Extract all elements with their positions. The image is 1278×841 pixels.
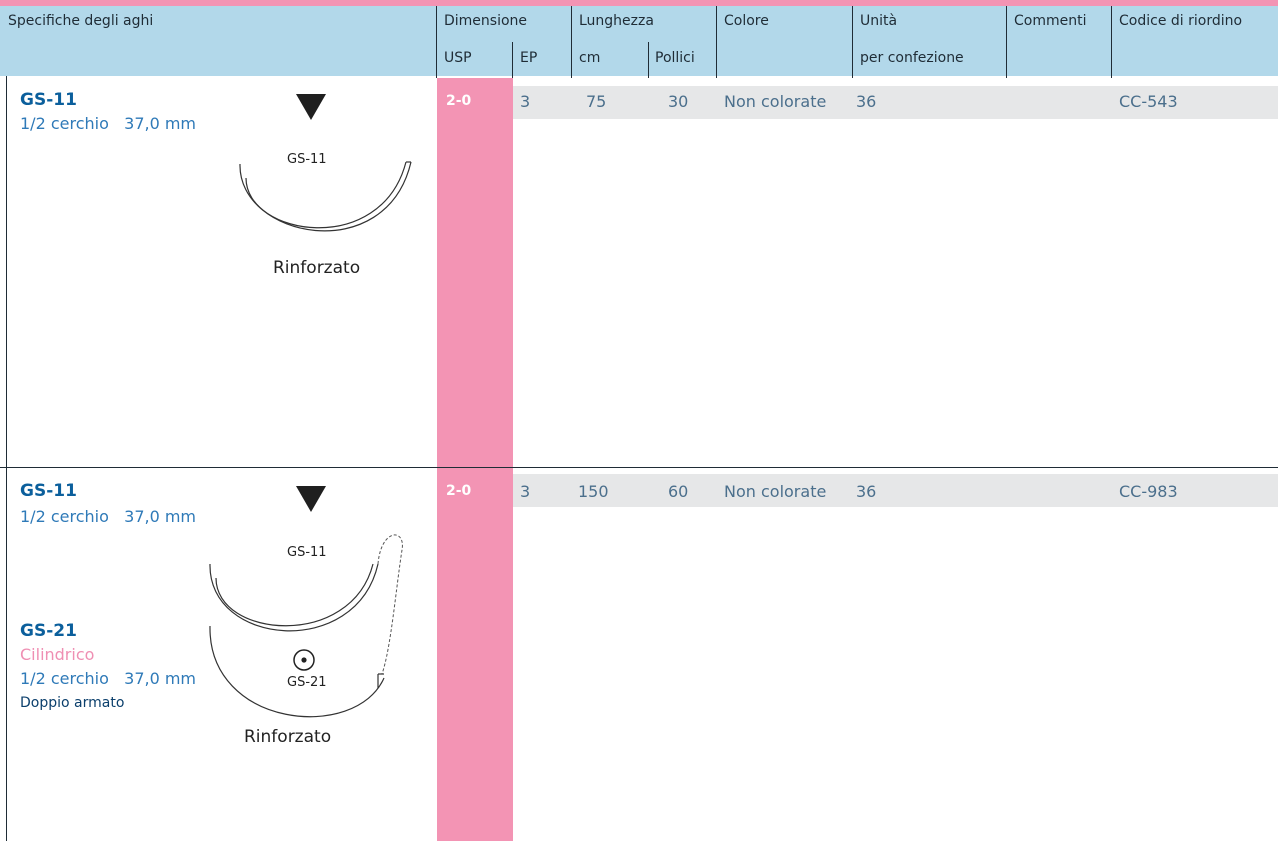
usp-value: 2-0 (446, 483, 472, 499)
needle-icon-label: GS-21 (287, 675, 327, 690)
header-units: Unità (860, 13, 898, 29)
units-value: 36 (856, 482, 877, 501)
reorder-code: CC-543 (1119, 92, 1178, 111)
cm-value: 75 (586, 92, 607, 111)
header-cm: cm (579, 50, 601, 66)
reinforced-label: Rinforzato (273, 258, 361, 278)
needle-shape: 1/2 cerchio 37,0 mm (20, 114, 197, 133)
header-divider (436, 6, 437, 78)
header-usp: USP (444, 50, 472, 66)
needle-shape: 1/2 cerchio 37,0 mm (20, 507, 197, 526)
header-length: Lunghezza (579, 13, 654, 29)
header-divider (1111, 6, 1112, 78)
ep-value: 3 (520, 482, 531, 501)
header-color: Colore (724, 13, 769, 29)
double-armed-label: Doppio armato (20, 695, 125, 711)
cutting-triangle-icon (296, 486, 326, 512)
header-divider (571, 6, 572, 78)
header-dimension: Dimensione (444, 13, 528, 29)
header-divider (648, 42, 649, 78)
header-divider (512, 42, 513, 78)
needle-name: GS-11 (20, 481, 77, 501)
header-inches: Pollici (655, 50, 695, 66)
header-divider (716, 6, 717, 78)
reorder-code: CC-983 (1119, 482, 1178, 501)
needle-name: GS-11 (20, 90, 77, 110)
row-separator (0, 467, 1278, 468)
header-per-pack: per confezione (860, 50, 964, 66)
usp-column-band (437, 78, 513, 841)
color-value: Non colorate (724, 482, 827, 501)
header-comments: Commenti (1014, 13, 1087, 29)
taper-point-icon (293, 649, 315, 671)
header-divider (1006, 6, 1007, 78)
inches-value: 60 (668, 482, 689, 501)
needle-curve-icon (239, 161, 412, 232)
left-border (6, 76, 7, 841)
units-value: 36 (856, 92, 877, 111)
header-spec: Specifiche degli aghi (8, 13, 154, 29)
header-divider (852, 6, 853, 78)
needle-name: GS-21 (20, 621, 77, 641)
color-value: Non colorate (724, 92, 827, 111)
usp-value: 2-0 (446, 93, 472, 109)
cm-value: 150 (578, 482, 609, 501)
header-reorder: Codice di riordino (1119, 13, 1243, 29)
header-ep: EP (520, 50, 538, 66)
needle-shape: 1/2 cerchio 37,0 mm (20, 669, 197, 688)
cutting-triangle-icon (296, 94, 326, 120)
needle-curve-icon (209, 534, 403, 718)
reinforced-label: Rinforzato (244, 727, 332, 747)
needle-type: Cilindrico (20, 645, 95, 664)
ep-value: 3 (520, 92, 531, 111)
inches-value: 30 (668, 92, 689, 111)
